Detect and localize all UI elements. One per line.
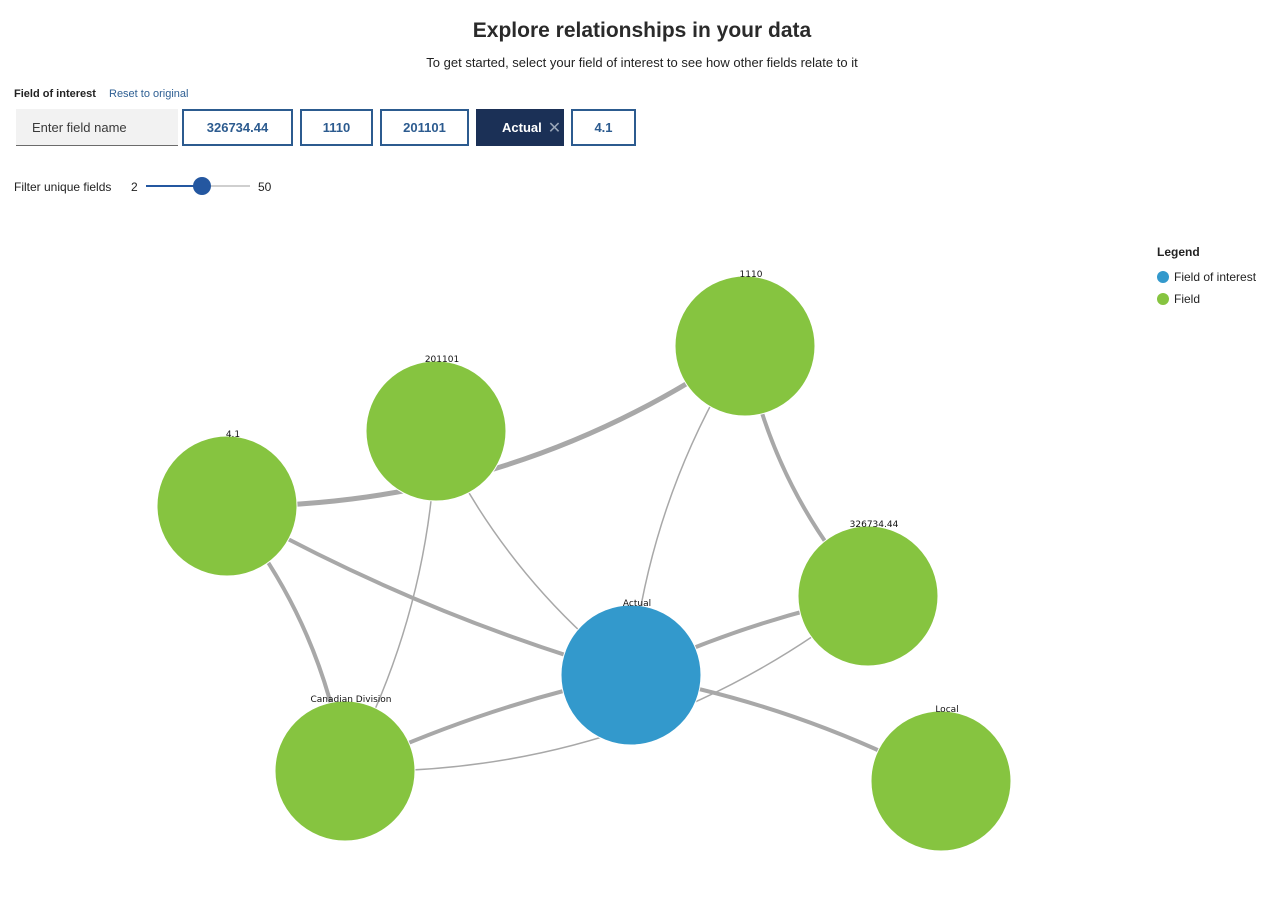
node-label: 1110 <box>740 270 763 280</box>
node-label: 326734.44 <box>850 520 899 530</box>
node-label: Local <box>935 705 958 715</box>
node-label: 201101 <box>425 355 459 365</box>
graph-node-326734.44[interactable]: 326734.44 <box>797 520 939 667</box>
relationship-graph: Actual 1110 201101 4.1 326734.44 Canadian Div… <box>156 270 1012 852</box>
graph-node-1110[interactable]: 1110 <box>674 270 816 417</box>
node-circle[interactable] <box>156 435 298 577</box>
node-label: 4.1 <box>226 430 240 440</box>
node-circle[interactable] <box>674 275 816 417</box>
node-circle[interactable] <box>365 360 507 502</box>
node-circle[interactable] <box>870 710 1012 852</box>
nodes-layer: Actual 1110 201101 4.1 326734.44 Canadian Div… <box>156 270 1012 852</box>
graph-node-local[interactable]: Local <box>870 705 1012 852</box>
graph-node-actual[interactable]: Actual <box>560 599 702 746</box>
node-label: Canadian Division <box>311 695 392 705</box>
node-circle[interactable] <box>560 604 702 746</box>
node-label: Actual <box>623 599 651 609</box>
graph-node-canadian[interactable]: Canadian Division <box>274 695 416 842</box>
graph-node-201101[interactable]: 201101 <box>365 355 507 502</box>
graph-node-4.1[interactable]: 4.1 <box>156 430 298 577</box>
node-circle[interactable] <box>274 700 416 842</box>
node-circle[interactable] <box>797 525 939 667</box>
